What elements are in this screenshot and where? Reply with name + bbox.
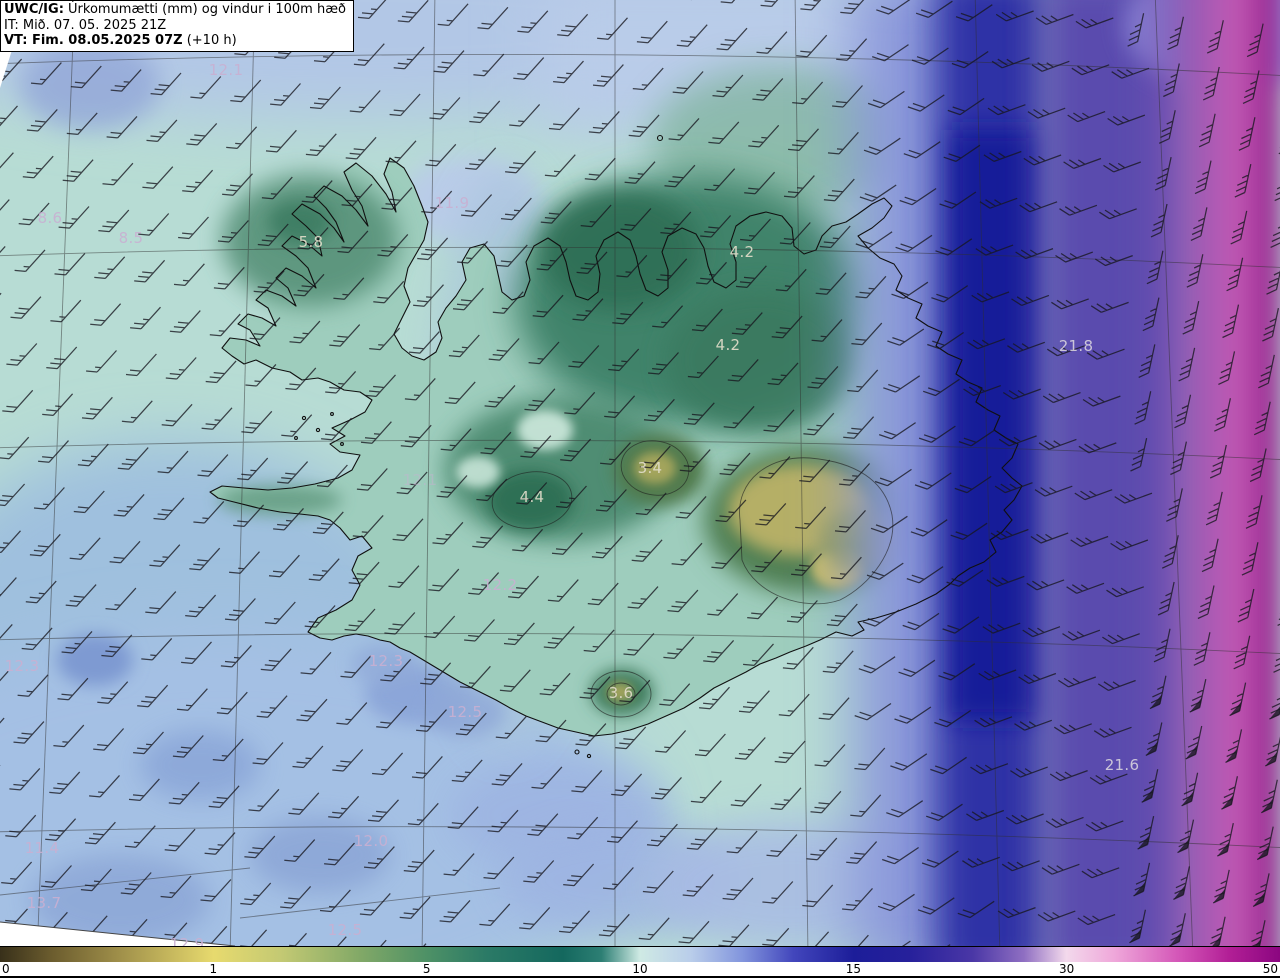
weather-map: 12.1 8.6 8.5 5.8 11.9 4.2 4.2 21.8 3.4 4.4 12.1 12.… — [0, 0, 1280, 946]
valid-time: VT: Fim. 08.05.2025 07Z (+10 h) — [4, 33, 237, 48]
map-title: UWC/IG: Úrkomumætti (mm) og vindur i 100… — [4, 2, 346, 17]
title-box: UWC/IG: Úrkomumætti (mm) og vindur i 100… — [0, 0, 354, 52]
colorbar-tick-4: 15 — [845, 962, 861, 976]
product-id: UWC/IG: — [4, 2, 64, 17]
colorbar-tick-0: 0 — [2, 962, 10, 976]
colorbar-gradient — [0, 947, 1280, 962]
colorbar-tick-1: 1 — [209, 962, 218, 976]
colorbar — [0, 946, 1280, 962]
forecast-image: 12.1 8.6 8.5 5.8 11.9 4.2 4.2 21.8 3.4 4.4 12.1 12.… — [0, 0, 1280, 978]
init-time: IT: Mið. 07. 05. 2025 21Z — [4, 17, 167, 33]
precip-wind-field — [0, 0, 1280, 946]
colorbar-tick-5: 30 — [1059, 962, 1075, 976]
colorbar-tick-6: 50 — [1262, 962, 1278, 976]
colorbar-ticks: 0 1 5 10 15 30 50 — [0, 962, 1280, 976]
colorbar-tick-3: 10 — [632, 962, 648, 976]
colorbar-tick-2: 5 — [422, 962, 431, 976]
